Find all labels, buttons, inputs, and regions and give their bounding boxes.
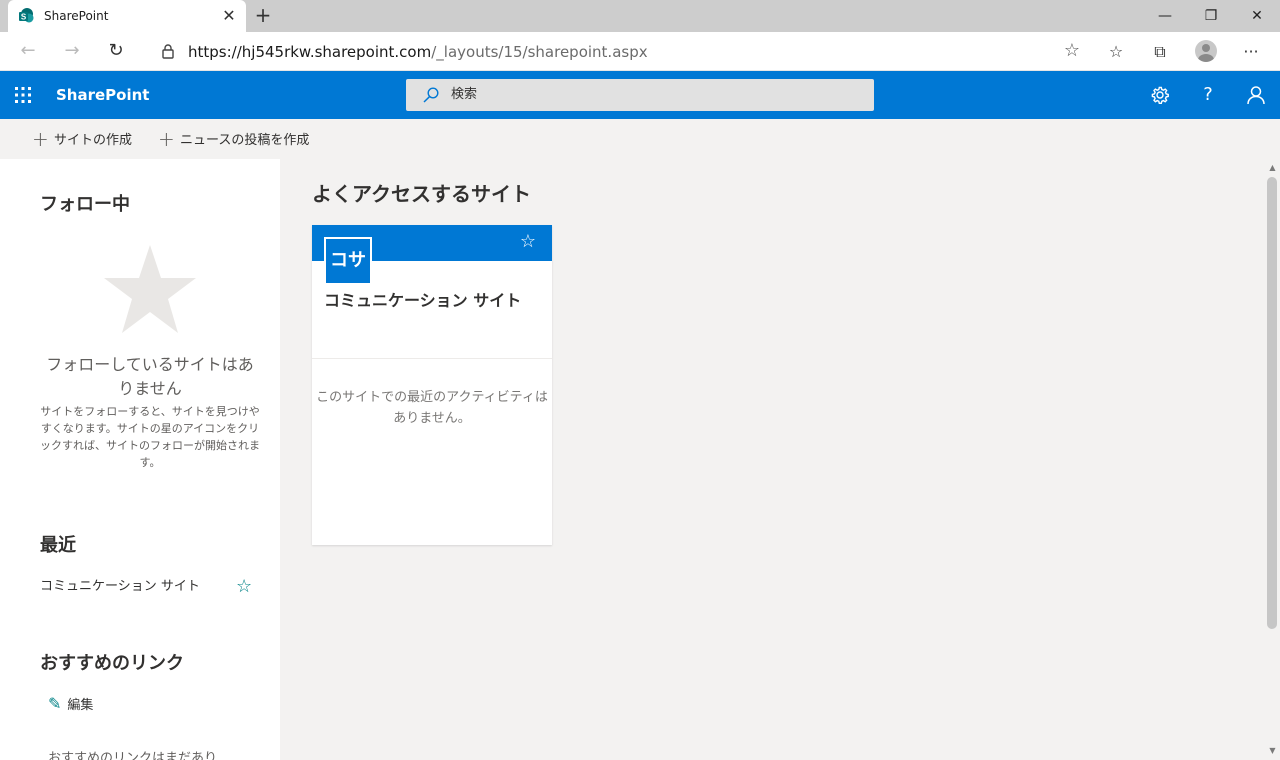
follow-star-icon[interactable]: ☆ (520, 231, 536, 253)
search-placeholder: 検索 (451, 87, 478, 102)
sharepoint-brand[interactable]: SharePoint (56, 85, 149, 105)
lock-icon (162, 44, 174, 59)
sharepoint-favicon-icon: S (19, 8, 34, 23)
search-input[interactable]: 検索 (406, 79, 874, 111)
window-close-button[interactable]: ✕ (1245, 6, 1269, 26)
url-host: https://hj545rkw.sharepoint.com (188, 43, 432, 61)
featured-links-empty: おすすめのリンクはまだあり (48, 751, 218, 760)
recent-item-communication-site[interactable]: コミュニケーション サイト (40, 577, 200, 597)
recent-heading: 最近 (40, 535, 76, 556)
tab-title: SharePoint (44, 9, 109, 23)
pencil-icon: ✎ (48, 694, 62, 713)
create-site-label: サイトの作成 (54, 133, 133, 148)
collections-icon[interactable]: ⧉ (1149, 41, 1171, 63)
favorites-icon[interactable]: ☆ (1105, 41, 1127, 63)
site-card-activity-empty: このサイトでの最近のアクティビティはありません。 (316, 390, 548, 426)
search-icon (423, 87, 439, 103)
site-card[interactable]: ☆ コサ コミュニケーション サイト このサイトでの最近のアクティビティはありま… (312, 225, 552, 545)
follow-star-icon[interactable]: ☆ (236, 577, 252, 597)
more-menu-icon[interactable]: ··· (1240, 41, 1262, 63)
url-path: /_layouts/15/sharepoint.aspx (431, 43, 648, 61)
gear-icon[interactable] (1148, 83, 1172, 107)
plus-icon: + (158, 127, 175, 151)
create-news-label: ニュースの投稿を作成 (180, 133, 310, 148)
following-empty-description: サイトをフォローすると、サイトを見つけやすくなります。サイトの星のアイコンをクリ… (40, 405, 260, 469)
app-launcher-icon[interactable] (14, 86, 32, 104)
create-site-button[interactable]: + サイトの作成 (32, 129, 132, 149)
browser-toolbar: ← → ↻ https://hj545rkw.sharepoint.com/_l… (0, 32, 1280, 71)
command-bar: + サイトの作成 + ニュースの投稿を作成 (0, 119, 1280, 159)
tab-close-icon[interactable]: ✕ (220, 7, 238, 25)
refresh-icon[interactable]: ↻ (104, 40, 128, 62)
vertical-scrollbar[interactable]: ▲ ▼ (1265, 159, 1280, 760)
card-divider (312, 358, 552, 359)
edit-featured-links-button[interactable]: ✎ 編集 (48, 694, 93, 716)
browser-tab[interactable]: S SharePoint ✕ (8, 0, 246, 32)
address-bar[interactable]: https://hj545rkw.sharepoint.com/_layouts… (144, 37, 1090, 66)
svg-text:S: S (21, 13, 27, 22)
frequent-sites-heading: よくアクセスするサイト (312, 182, 531, 206)
browser-tab-strip: S SharePoint ✕ + — ❐ ✕ (0, 0, 1280, 32)
window-minimize-button[interactable]: — (1153, 6, 1177, 26)
featured-links-heading: おすすめのリンク (40, 653, 184, 674)
edit-label: 編集 (67, 698, 94, 713)
create-news-button[interactable]: + ニュースの投稿を作成 (158, 129, 309, 149)
following-heading: フォロー中 (40, 194, 130, 215)
plus-icon: + (32, 127, 49, 151)
user-account-icon[interactable] (1244, 83, 1268, 107)
profile-avatar[interactable] (1195, 40, 1217, 62)
scroll-up-arrow-icon[interactable]: ▲ (1265, 161, 1280, 175)
site-card-title[interactable]: コミュニケーション サイト (324, 289, 521, 313)
favorite-star-icon[interactable]: ☆ (1064, 41, 1080, 61)
back-arrow-icon[interactable]: ← (16, 40, 40, 62)
site-logo: コサ (324, 237, 372, 285)
following-empty-title: フォローしているサイトはありません (46, 355, 254, 398)
help-icon[interactable]: ? (1196, 83, 1220, 107)
new-tab-button[interactable]: + (252, 4, 274, 26)
window-restore-button[interactable]: ❐ (1199, 6, 1223, 26)
suite-bar: SharePoint 検索 ? (0, 71, 1280, 119)
url-text: https://hj545rkw.sharepoint.com/_layouts… (188, 42, 648, 62)
scrollbar-thumb[interactable] (1267, 177, 1277, 629)
scroll-down-arrow-icon[interactable]: ▼ (1265, 744, 1280, 758)
left-pane: フォロー中 フォローしているサイトはありません サイトをフォローすると、サイトを… (0, 159, 280, 760)
forward-arrow-icon[interactable]: → (60, 40, 84, 62)
star-illustration-icon (104, 245, 196, 333)
main-content: よくアクセスするサイト ☆ コサ コミュニケーション サイト このサイトでの最近… (280, 159, 1265, 760)
